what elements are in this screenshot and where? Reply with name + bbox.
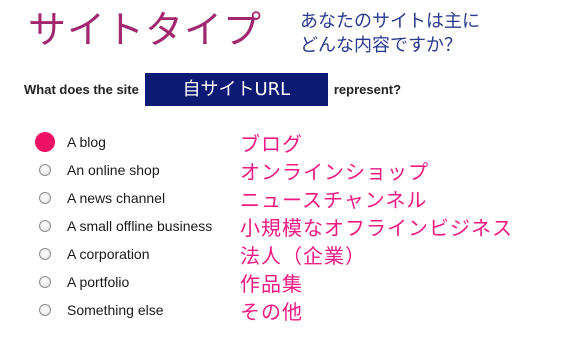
radio-unselected-icon[interactable] [39, 164, 51, 176]
option-label: Something else [67, 302, 164, 318]
site-url-placeholder: 自サイトURL [144, 73, 328, 106]
option-label-jp: 作品集 [240, 272, 303, 296]
option-small-offline-business[interactable]: A small offline business [34, 212, 212, 240]
option-something-else[interactable]: Something else [34, 296, 212, 324]
option-label: A small offline business [67, 218, 213, 234]
option-label: An online shop [67, 162, 160, 178]
site-type-options-jp: ブログ オンラインショップ ニュースチャンネル 小規模なオフラインビジネス 法人… [240, 130, 513, 326]
option-label: A news channel [67, 190, 166, 206]
option-label-jp: オンラインショップ [240, 160, 429, 184]
page-title-jp: サイトタイプ [28, 8, 263, 52]
option-online-shop[interactable]: An online shop [34, 156, 212, 184]
option-portfolio[interactable]: A portfolio [34, 268, 212, 296]
option-label-jp: ブログ [240, 132, 303, 156]
question-prefix: What does the site [24, 82, 139, 97]
site-type-options: A blog An online shop A news channel A s… [34, 128, 212, 324]
option-blog[interactable]: A blog [34, 128, 212, 156]
option-label-jp: その他 [240, 300, 303, 324]
radio-unselected-icon[interactable] [39, 304, 51, 316]
radio-unselected-icon[interactable] [39, 276, 51, 288]
site-type-page: サイトタイプ あなたのサイトは主に どんな内容ですか？ What does th… [0, 0, 565, 340]
option-corporation[interactable]: A corporation [34, 240, 212, 268]
option-label-jp: ニュースチャンネル [240, 188, 428, 212]
option-label-jp: 法人（企業） [240, 244, 366, 268]
option-label-jp: 小規模なオフラインビジネス [240, 216, 513, 240]
question-row: What does the site 自サイトURL represent? [24, 73, 401, 106]
radio-unselected-icon[interactable] [39, 248, 51, 260]
page-subtitle-jp: あなたのサイトは主に どんな内容ですか？ [300, 11, 480, 56]
option-label: A portfolio [67, 274, 130, 290]
radio-unselected-icon[interactable] [39, 220, 51, 232]
question-suffix: represent? [333, 82, 402, 97]
radio-unselected-icon[interactable] [39, 192, 51, 204]
option-label: A blog [67, 134, 106, 150]
option-label: A corporation [67, 246, 150, 262]
option-news-channel[interactable]: A news channel [34, 184, 212, 212]
radio-selected-icon[interactable] [35, 132, 55, 152]
